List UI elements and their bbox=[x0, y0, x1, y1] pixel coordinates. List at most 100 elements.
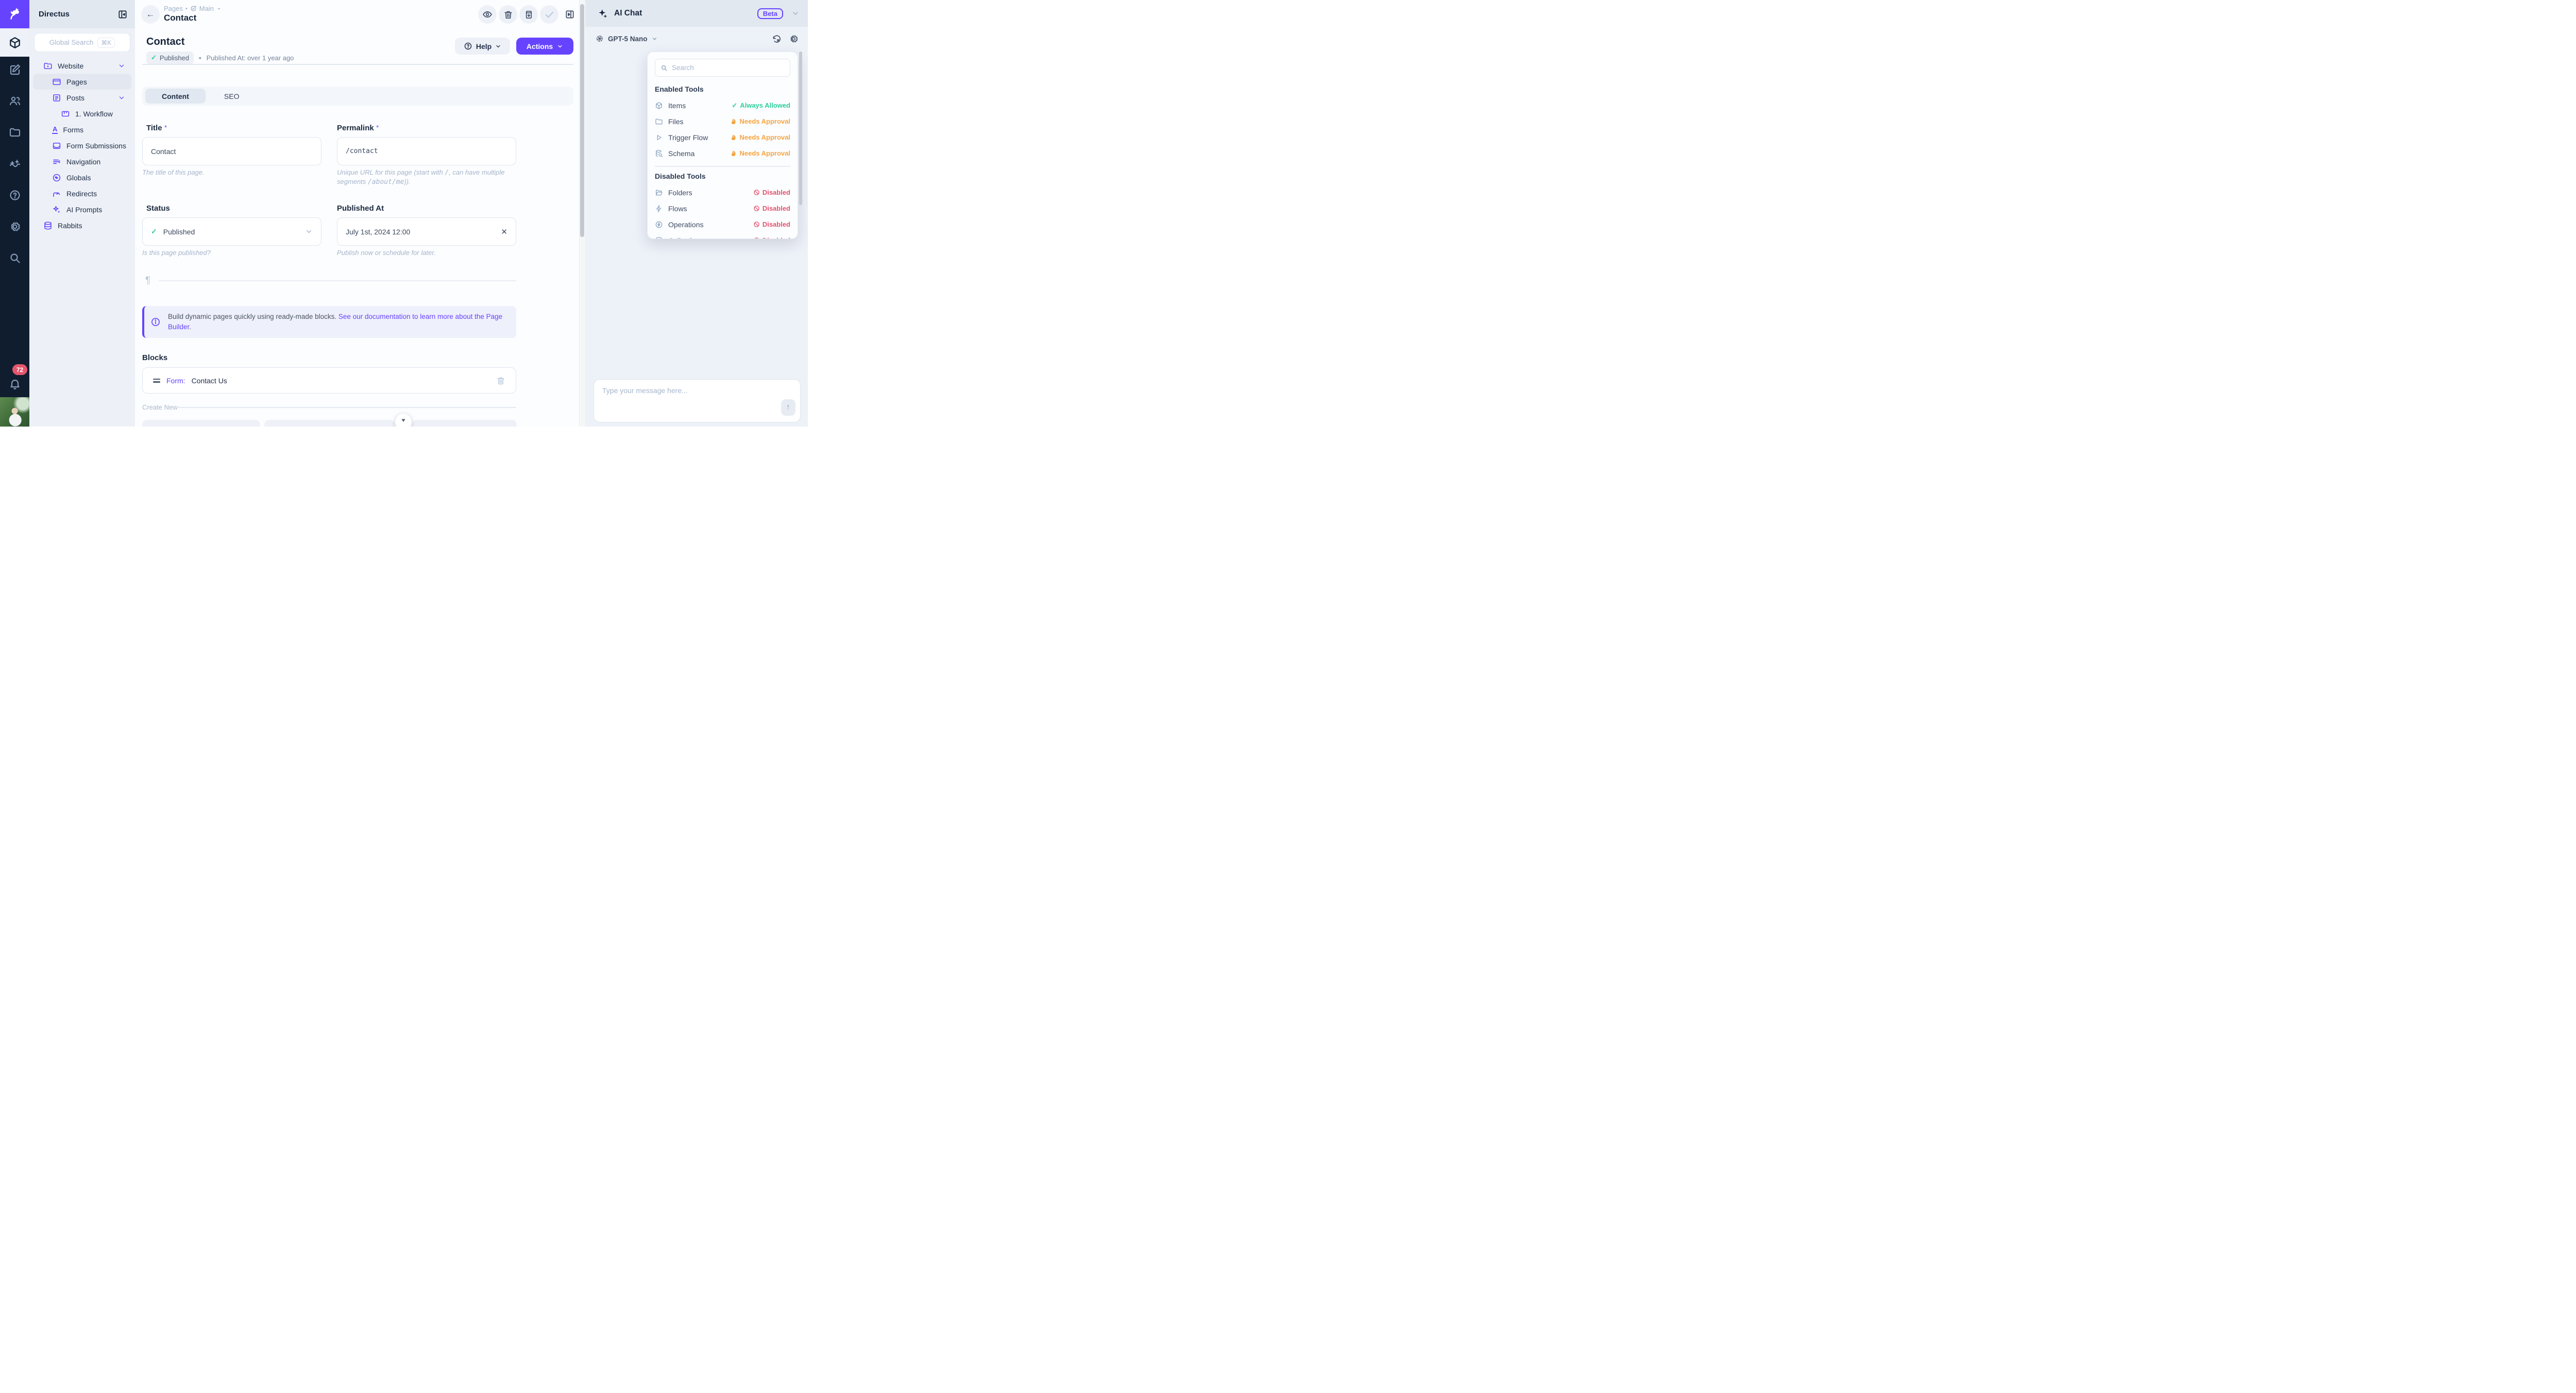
approval-hand-icon bbox=[731, 150, 737, 157]
tools-search-input[interactable] bbox=[672, 64, 785, 72]
bolt-circle-icon bbox=[655, 220, 663, 229]
sidebar-item-ai-prompts[interactable]: AI Prompts bbox=[33, 201, 131, 217]
tab-content[interactable]: Content bbox=[145, 89, 206, 104]
back-button[interactable]: ← bbox=[141, 5, 160, 24]
breadcrumb-version[interactable]: Main bbox=[199, 5, 214, 12]
chevron-down-icon bbox=[495, 43, 501, 49]
create-block-placeholder[interactable] bbox=[412, 420, 517, 427]
sidebar-item-website[interactable]: Website bbox=[33, 58, 131, 74]
sidebar-item-workflow[interactable]: 1. Workflow bbox=[33, 106, 131, 122]
published-meta: Published At: over 1 year ago bbox=[207, 54, 294, 62]
block-item[interactable]: Form: Contact Us bbox=[142, 367, 516, 394]
sidebar-item-label: Pages bbox=[66, 78, 87, 86]
page-builder-banner: Build dynamic pages quickly using ready-… bbox=[142, 306, 516, 338]
tool-row-items[interactable]: Items ✓Always Allowed bbox=[655, 97, 790, 113]
tool-row-collections[interactable]: Collections Disabled bbox=[655, 232, 790, 239]
sidebar-item-rabbits[interactable]: Rabbits bbox=[33, 217, 131, 233]
eye-icon bbox=[482, 9, 493, 20]
disabled-tools-heading: Disabled Tools bbox=[655, 172, 790, 180]
permalink-hint: Unique URL for this page (start with /, … bbox=[337, 168, 516, 186]
page-title: Contact bbox=[164, 13, 196, 23]
create-block-placeholder[interactable] bbox=[264, 420, 395, 427]
approval-hand-icon bbox=[731, 134, 737, 141]
chat-message-input[interactable] bbox=[594, 380, 800, 422]
chevron-down-icon[interactable] bbox=[118, 62, 125, 70]
directus-logo[interactable] bbox=[0, 0, 29, 28]
caret-down-icon[interactable] bbox=[652, 36, 657, 42]
sidebar-item-navigation[interactable]: Navigation bbox=[33, 154, 131, 169]
send-message-button[interactable]: ↑ bbox=[781, 399, 795, 416]
sidebar-item-label: Redirects bbox=[66, 190, 97, 198]
module-insights-button[interactable] bbox=[0, 152, 29, 175]
check-icon bbox=[544, 9, 555, 20]
search-shortcut-kbd: ⌘K bbox=[97, 38, 115, 48]
module-files-button[interactable] bbox=[0, 121, 29, 144]
sidebar-item-posts[interactable]: Posts bbox=[33, 90, 131, 106]
sidebar-item-label: Website bbox=[58, 62, 83, 70]
sidebar-item-redirects[interactable]: Redirects bbox=[33, 185, 131, 201]
ai-chat-title: AI Chat bbox=[614, 9, 751, 18]
actions-button[interactable]: Actions bbox=[516, 38, 573, 55]
tool-row-operations[interactable]: Operations Disabled bbox=[655, 216, 790, 232]
chevron-down-icon bbox=[557, 43, 563, 49]
status-row: ✓ Published • Published At: over 1 year … bbox=[146, 52, 294, 64]
tools-search[interactable] bbox=[655, 59, 790, 77]
tool-row-folders[interactable]: Folders Disabled bbox=[655, 184, 790, 200]
drag-handle-icon[interactable] bbox=[153, 379, 160, 383]
tab-seo[interactable]: SEO bbox=[208, 89, 256, 104]
status-select[interactable]: ✓ Published bbox=[142, 217, 321, 246]
module-content-active[interactable] bbox=[0, 28, 29, 57]
title-hint: The title of this page. bbox=[142, 168, 321, 177]
breadcrumb-collection[interactable]: Pages bbox=[164, 5, 183, 12]
save-button[interactable] bbox=[540, 5, 558, 24]
dock-right-icon bbox=[565, 9, 575, 20]
project-header[interactable]: Directus bbox=[29, 0, 135, 28]
ai-settings-gear-icon[interactable] bbox=[789, 34, 799, 44]
model-selector[interactable]: GPT-5 Nano bbox=[608, 35, 648, 43]
folder-star-icon bbox=[43, 61, 53, 71]
sidebar-item-pages[interactable]: Pages bbox=[33, 74, 131, 90]
search-icon bbox=[660, 64, 668, 72]
trash-icon[interactable] bbox=[496, 376, 505, 385]
breadcrumb[interactable]: Pages • Main bbox=[164, 5, 222, 12]
scroll-down-button[interactable] bbox=[395, 414, 412, 427]
ai-sparkle-icon bbox=[598, 8, 608, 19]
tool-row-flows[interactable]: Flows Disabled bbox=[655, 200, 790, 216]
clear-icon[interactable]: ✕ bbox=[501, 227, 507, 236]
breadcrumb-separator: • bbox=[185, 6, 188, 12]
block-title: Contact Us bbox=[192, 377, 227, 385]
sidebar-item-forms[interactable]: A Forms bbox=[33, 122, 131, 138]
module-search-button[interactable] bbox=[0, 247, 29, 269]
module-editor-button[interactable] bbox=[0, 58, 29, 81]
sidebar-item-form-submissions[interactable]: Form Submissions bbox=[33, 138, 131, 154]
tool-row-schema[interactable]: Schema Needs Approval bbox=[655, 145, 790, 161]
collapse-sidebar-icon[interactable] bbox=[117, 9, 128, 20]
sidebar-item-globals[interactable]: Globals bbox=[33, 169, 131, 185]
archive-button[interactable] bbox=[519, 5, 538, 24]
global-search[interactable]: Global Search ⌘K bbox=[34, 33, 130, 52]
tool-row-files[interactable]: Files Needs Approval bbox=[655, 113, 790, 129]
clear-history-icon[interactable] bbox=[772, 34, 782, 44]
toggle-right-panel-button[interactable] bbox=[561, 5, 579, 24]
chevron-down-icon[interactable] bbox=[118, 94, 125, 101]
module-settings-button[interactable] bbox=[0, 215, 29, 238]
help-button[interactable]: Help bbox=[455, 38, 510, 55]
ai-toolbar: GPT-5 Nano bbox=[585, 27, 808, 50]
delete-button[interactable] bbox=[499, 5, 517, 24]
create-block-placeholder[interactable] bbox=[142, 420, 260, 427]
tool-row-trigger-flow[interactable]: Trigger Flow Needs Approval bbox=[655, 129, 790, 145]
notifications-button[interactable] bbox=[0, 373, 29, 396]
user-avatar[interactable] bbox=[0, 397, 29, 427]
preview-button[interactable] bbox=[478, 5, 497, 24]
published-at-input[interactable]: July 1st, 2024 12:00 ✕ bbox=[337, 217, 516, 246]
trash-icon bbox=[503, 10, 513, 20]
title-input[interactable]: Contact bbox=[142, 137, 321, 165]
sidebar-item-label: Form Submissions bbox=[66, 142, 126, 150]
permalink-input[interactable]: /contact bbox=[337, 137, 516, 165]
chevron-down-icon[interactable] bbox=[791, 9, 800, 18]
module-docs-button[interactable] bbox=[0, 184, 29, 207]
module-users-button[interactable] bbox=[0, 90, 29, 112]
main-scrollbar-thumb[interactable] bbox=[580, 4, 584, 237]
ai-scrollbar-thumb[interactable] bbox=[799, 52, 802, 205]
chat-input-box[interactable] bbox=[594, 379, 801, 422]
